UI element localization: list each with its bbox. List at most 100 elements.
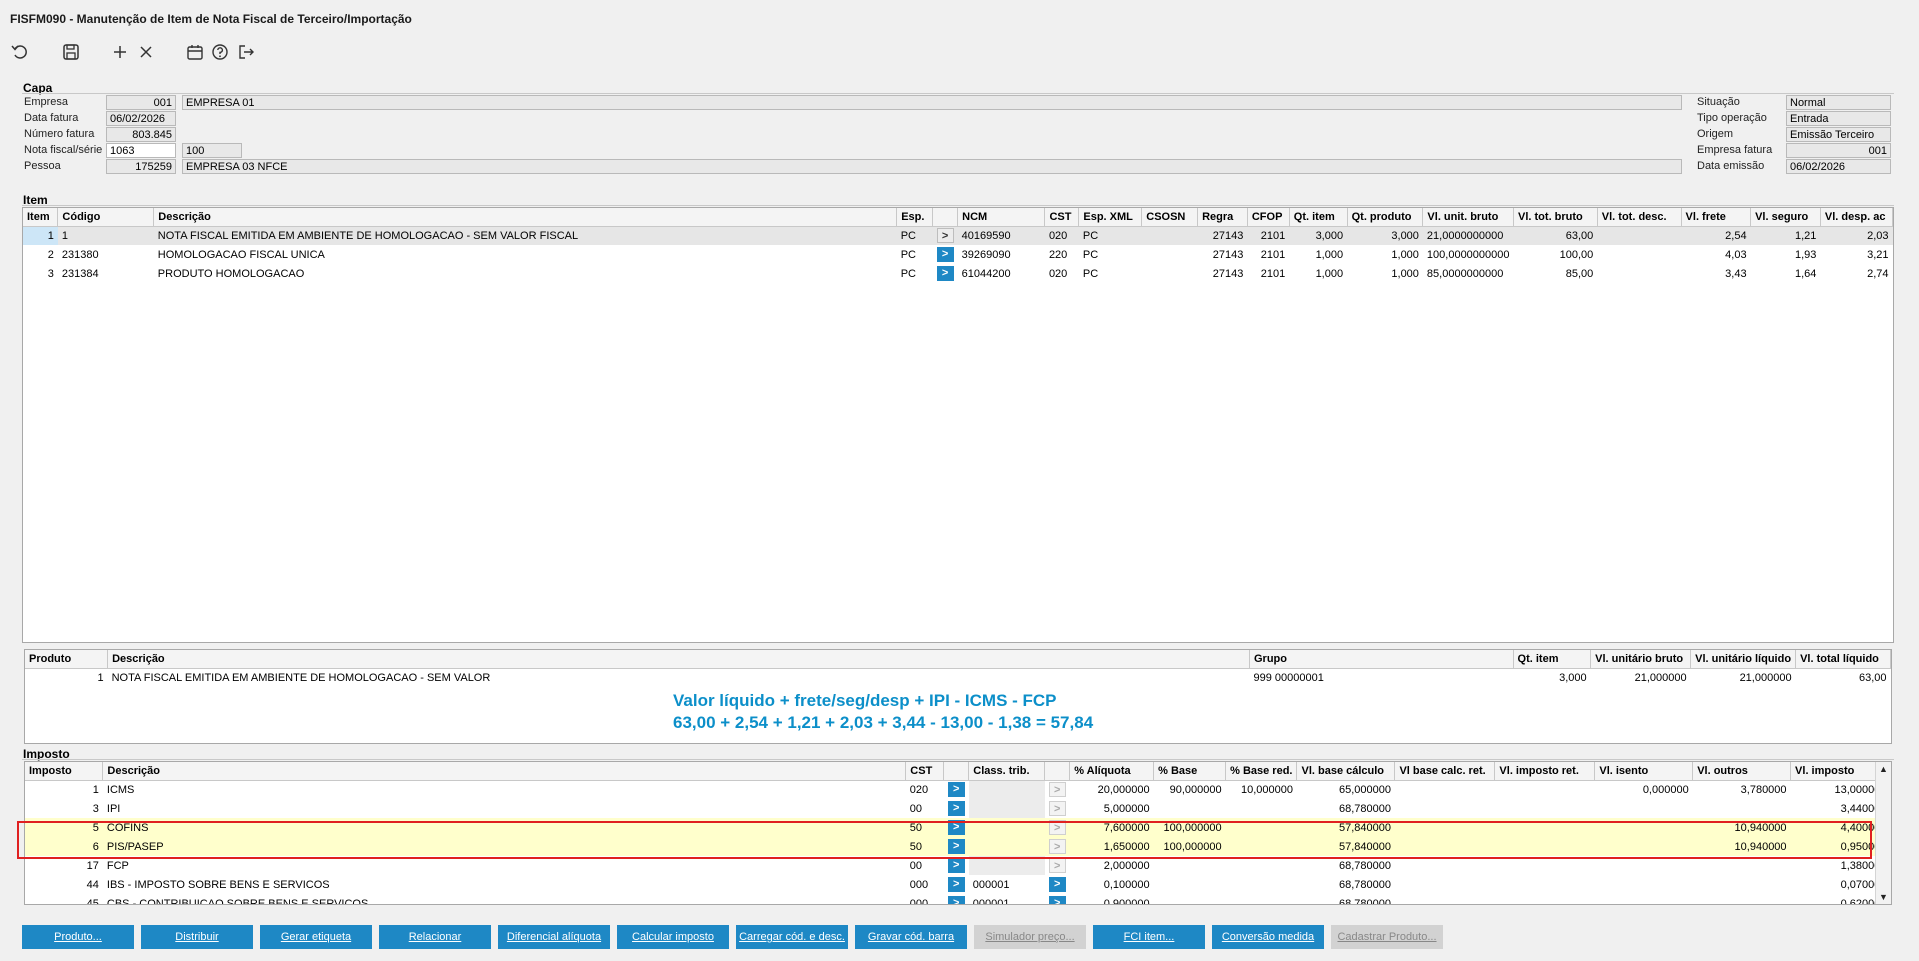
delete-icon[interactable]: [134, 40, 158, 64]
col-qt-item[interactable]: Qt. item: [1289, 208, 1348, 227]
col-vl-tot-desc[interactable]: Vl. tot. desc.: [1597, 208, 1682, 227]
help-icon[interactable]: [208, 40, 232, 64]
numero-fatura-field[interactable]: 803.845: [106, 127, 176, 142]
item-grid[interactable]: Item Código Descrição Esp. NCM CST Esp. …: [22, 207, 1894, 643]
cst-select-button[interactable]: >: [947, 839, 965, 854]
col-vl-total-liquido[interactable]: Vl. total líquido: [1795, 650, 1891, 669]
col-vl-tot-bruto[interactable]: Vl. tot. bruto: [1513, 208, 1598, 227]
col-regra[interactable]: Regra: [1197, 208, 1248, 227]
col-qt-item[interactable]: Qt. item: [1513, 650, 1592, 669]
cst-select-button[interactable]: >: [947, 877, 965, 892]
save-icon[interactable]: [59, 40, 83, 64]
detail-button[interactable]: >: [936, 247, 954, 262]
diferencial-aliquota-button[interactable]: Diferencial alíquota: [498, 925, 610, 949]
imposto-scrollbar[interactable]: ▲ ▼: [1875, 762, 1891, 904]
relacionar-button[interactable]: Relacionar: [379, 925, 491, 949]
col-imposto[interactable]: Imposto: [25, 762, 104, 781]
col-vl-unit-liquido[interactable]: Vl. unitário líquido: [1690, 650, 1797, 669]
table-row[interactable]: 6 PIS/PASEP 50 > > 1,650000 100,000000 5…: [25, 837, 1891, 856]
table-row[interactable]: 45 CBS - CONTRIBUICAO SOBRE BENS E SERVI…: [25, 894, 1891, 905]
col-class-trib[interactable]: Class. trib.: [968, 762, 1046, 781]
detail-button[interactable]: >: [936, 228, 954, 244]
col-outros[interactable]: Vl. outros: [1692, 762, 1792, 781]
col-item[interactable]: Item: [23, 208, 59, 227]
col-grupo[interactable]: Grupo: [1249, 650, 1514, 669]
cell-class-trib[interactable]: [968, 818, 1045, 837]
cst-select-button[interactable]: >: [947, 896, 965, 904]
empresa-code-field[interactable]: 001: [106, 95, 176, 110]
table-row[interactable]: 44 IBS - IMPOSTO SOBRE BENS E SERVICOS 0…: [25, 875, 1891, 894]
table-row[interactable]: 3 IPI 00 > > 5,000000 68,780000 3,440000: [25, 799, 1891, 818]
col-esp[interactable]: Esp.: [896, 208, 934, 227]
col-produto[interactable]: Produto: [25, 650, 109, 669]
gerar-etiqueta-button[interactable]: Gerar etiqueta: [260, 925, 372, 949]
carregar-cod-desc-button[interactable]: Carregar cód. e desc.: [736, 925, 848, 949]
col-codigo[interactable]: Código: [57, 208, 155, 227]
scroll-up-icon[interactable]: ▲: [1879, 764, 1888, 774]
calendar-icon[interactable]: [183, 40, 207, 64]
cell-class-trib[interactable]: 000001: [969, 875, 1045, 894]
nota-fiscal-field[interactable]: 1063: [106, 143, 176, 158]
col-isento[interactable]: Vl. isento: [1594, 762, 1694, 781]
col-base-calc[interactable]: Vl. base cálculo: [1296, 762, 1396, 781]
cst-select-button[interactable]: >: [947, 801, 965, 816]
col-vl-unit-bruto[interactable]: Vl. unit. bruto: [1422, 208, 1515, 227]
col-cst-btn: [943, 762, 970, 781]
cell-qt-item: 1,000: [1315, 267, 1344, 280]
col-base-red[interactable]: % Base red.: [1225, 762, 1298, 781]
class-select-button[interactable]: >: [1048, 896, 1066, 904]
fci-item-button[interactable]: FCI item...: [1093, 925, 1205, 949]
undo-icon[interactable]: [8, 40, 32, 64]
data-fatura-field[interactable]: 06/02/2026: [106, 111, 176, 126]
serie-field[interactable]: 100: [182, 143, 242, 158]
cell-class-trib[interactable]: 000001: [969, 894, 1045, 905]
col-base[interactable]: % Base: [1153, 762, 1227, 781]
table-row[interactable]: 3 231384 PRODUTO HOMOLOGACAO PC > 610442…: [23, 264, 1893, 283]
col-csosn[interactable]: CSOSN: [1141, 208, 1199, 227]
col-vl-unit-bruto[interactable]: Vl. unitário bruto: [1590, 650, 1692, 669]
gravar-cod-barra-button[interactable]: Gravar cód. barra: [855, 925, 967, 949]
cst-select-button[interactable]: >: [947, 820, 965, 835]
table-row[interactable]: 1 ICMS 020 > > 20,000000 90,000000 10,00…: [25, 780, 1891, 799]
col-descricao[interactable]: Descrição: [153, 208, 898, 227]
distribuir-button[interactable]: Distribuir: [141, 925, 253, 949]
cell-class-trib[interactable]: [968, 799, 1045, 818]
cell-cfop: 2101: [1260, 248, 1286, 261]
cell-class-trib[interactable]: [968, 837, 1045, 856]
col-vl-seguro[interactable]: Vl. seguro: [1750, 208, 1821, 227]
col-cfop[interactable]: CFOP: [1247, 208, 1290, 227]
col-esp-xml[interactable]: Esp. XML: [1078, 208, 1143, 227]
col-aliquota[interactable]: % Alíquota: [1069, 762, 1155, 781]
conversao-medida-button[interactable]: Conversão medida: [1212, 925, 1324, 949]
col-vl-frete[interactable]: Vl. frete: [1681, 208, 1752, 227]
col-ncm[interactable]: NCM: [957, 208, 1046, 227]
col-imposto-ret[interactable]: Vl. imposto ret.: [1494, 762, 1596, 781]
col-descricao[interactable]: Descrição: [107, 650, 1250, 669]
class-select-button[interactable]: >: [1048, 877, 1066, 892]
detail-button[interactable]: >: [936, 266, 954, 281]
cst-select-button[interactable]: >: [947, 858, 965, 873]
table-row[interactable]: 17 FCP 00 > > 2,000000 68,780000 1,38000…: [25, 856, 1891, 875]
produto-button[interactable]: Produto...: [22, 925, 134, 949]
cst-select-button[interactable]: >: [947, 782, 965, 798]
table-row[interactable]: 1 NOTA FISCAL EMITIDA EM AMBIENTE DE HOM…: [25, 668, 1891, 687]
cell-class-trib[interactable]: [968, 856, 1045, 875]
cell-class-trib[interactable]: [968, 780, 1045, 799]
cell-cst: 220: [1048, 248, 1068, 261]
scroll-down-icon[interactable]: ▼: [1879, 892, 1888, 902]
col-base-calc-ret[interactable]: Vl base calc. ret.: [1394, 762, 1496, 781]
col-vl-desp[interactable]: Vl. desp. ac: [1820, 208, 1893, 227]
table-row[interactable]: 2 231380 HOMOLOGACAO FISCAL UNICA PC > 3…: [23, 245, 1893, 264]
add-icon[interactable]: [108, 40, 132, 64]
class-select-button: >: [1048, 801, 1066, 816]
calcular-imposto-button[interactable]: Calcular imposto: [617, 925, 729, 949]
table-row[interactable]: 5 COFINS 50 > > 7,600000 100,000000 57,8…: [25, 818, 1891, 837]
col-descricao[interactable]: Descrição: [102, 762, 907, 781]
exit-icon[interactable]: [234, 40, 258, 64]
col-cst[interactable]: CST: [905, 762, 945, 781]
col-cst[interactable]: CST: [1044, 208, 1080, 227]
table-row[interactable]: 1 1 NOTA FISCAL EMITIDA EM AMBIENTE DE H…: [23, 226, 1893, 245]
pessoa-code-field[interactable]: 175259: [106, 159, 176, 174]
col-qt-produto[interactable]: Qt. produto: [1347, 208, 1424, 227]
imposto-grid[interactable]: Imposto Descrição CST Class. trib. % Alí…: [24, 761, 1892, 905]
